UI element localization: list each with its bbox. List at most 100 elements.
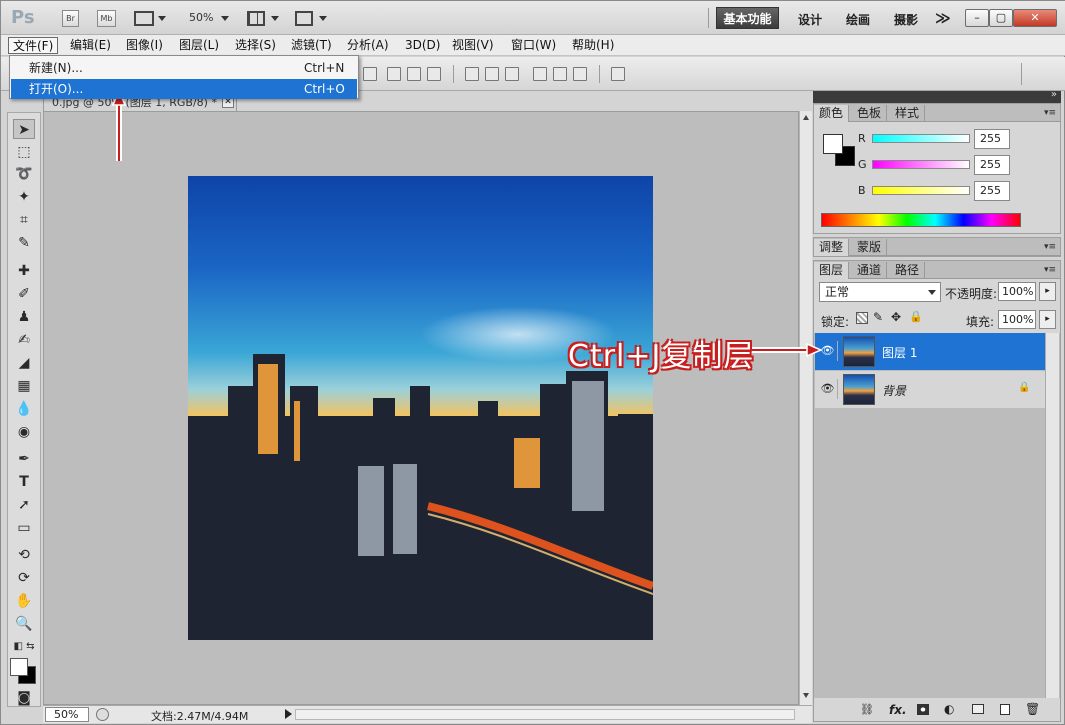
scroll-up-icon[interactable] <box>803 115 809 120</box>
menu-select[interactable]: 选择(S) <box>231 37 280 54</box>
3d-rotate-tool-icon[interactable]: ⟲ <box>13 545 35 565</box>
dodge-tool-icon[interactable]: ◉ <box>13 422 35 442</box>
color-fg-swatch[interactable] <box>823 134 843 154</box>
tab-channels[interactable]: 通道 <box>852 262 888 279</box>
tab-color[interactable]: 颜色 <box>814 105 850 122</box>
menu-3d[interactable]: 3D(D) <box>401 37 444 54</box>
shape-tool-icon[interactable]: ▭ <box>13 518 35 538</box>
fill-field[interactable]: 100% <box>998 310 1036 329</box>
adjustment-icon[interactable]: ◐ <box>944 702 954 716</box>
distribute-hcenter-icon[interactable] <box>553 67 567 81</box>
screen-mode-dropdown-icon[interactable] <box>319 16 327 21</box>
auto-align-icon[interactable] <box>611 67 625 81</box>
menu-image[interactable]: 图像(I) <box>122 37 167 54</box>
workspace-design-button[interactable]: 设计 <box>798 11 822 28</box>
distribute-top-icon[interactable] <box>465 67 479 81</box>
view-extras-dropdown-icon[interactable] <box>158 16 166 21</box>
bridge-button[interactable]: Br <box>62 10 79 27</box>
link-icon[interactable]: ⛓ <box>860 703 874 716</box>
tab-swatches[interactable]: 色板 <box>852 105 888 122</box>
workspace-photography-button[interactable]: 摄影 <box>894 11 918 28</box>
eraser-tool-icon[interactable]: ◢ <box>13 353 35 373</box>
minimize-button[interactable]: – <box>965 9 989 27</box>
group-icon[interactable] <box>972 704 984 714</box>
pen-tool-icon[interactable]: ✒ <box>13 449 35 469</box>
layer-row-background[interactable]: 👁 背景 🔒 <box>815 371 1045 408</box>
tab-styles[interactable]: 样式 <box>890 105 926 122</box>
opacity-arrow-icon[interactable]: ▸ <box>1039 282 1056 301</box>
eyedropper-tool-icon[interactable]: ✎ <box>13 233 35 253</box>
vertical-scrollbar[interactable] <box>799 111 812 705</box>
foreground-color-swatch[interactable] <box>10 658 28 676</box>
menu-item-new[interactable]: 新建(N)... Ctrl+N <box>11 58 357 78</box>
channel-g-slider[interactable] <box>872 160 970 169</box>
fx-icon[interactable]: fx. <box>889 703 907 717</box>
mask-icon[interactable] <box>917 704 929 715</box>
menu-edit[interactable]: 编辑(E) <box>66 37 115 54</box>
horizontal-scrollbar[interactable] <box>295 709 795 720</box>
distribute-right-icon[interactable] <box>573 67 587 81</box>
scroll-down-icon[interactable] <box>803 693 809 698</box>
trash-icon[interactable]: 🗑 <box>1025 702 1040 716</box>
layers-scrollbar[interactable] <box>1045 333 1059 698</box>
channel-b-slider[interactable] <box>872 186 970 195</box>
menu-window[interactable]: 窗口(W) <box>507 37 560 54</box>
restore-button[interactable]: ▢ <box>989 9 1013 27</box>
menu-item-open[interactable]: 打开(O)... Ctrl+O <box>11 79 357 99</box>
mini-bridge-button[interactable]: Mb <box>97 10 116 27</box>
marquee-tool-icon[interactable]: ⬚ <box>13 142 35 162</box>
gradient-tool-icon[interactable]: ▦ <box>13 376 35 396</box>
status-menu-arrow-icon[interactable] <box>285 709 292 719</box>
layer-row-layer1[interactable]: 👁 图层 1 <box>815 333 1045 370</box>
panel-menu-icon[interactable]: ▾≡ <box>1044 265 1056 275</box>
arrange-dropdown-icon[interactable] <box>271 16 279 21</box>
quick-mask-icon[interactable]: ◙ <box>13 688 35 708</box>
blur-tool-icon[interactable]: 💧 <box>13 399 35 419</box>
workspace-painting-button[interactable]: 绘画 <box>846 11 870 28</box>
zoom-tool-icon[interactable]: 🔍 <box>13 614 35 634</box>
workspace-essentials-button[interactable]: 基本功能 <box>716 7 779 29</box>
fill-arrow-icon[interactable]: ▸ <box>1039 310 1056 329</box>
channel-r-slider[interactable] <box>872 134 970 143</box>
path-select-tool-icon[interactable]: ➚ <box>13 495 35 515</box>
distribute-vcenter-icon[interactable] <box>485 67 499 81</box>
align-top-icon[interactable] <box>363 67 377 81</box>
menu-help[interactable]: 帮助(H) <box>568 37 618 54</box>
color-spectrum-bar[interactable] <box>821 213 1021 227</box>
history-brush-tool-icon[interactable]: ✍ <box>13 330 35 350</box>
lasso-tool-icon[interactable]: ➰ <box>13 164 35 184</box>
blend-mode-select[interactable]: 正常 <box>819 282 941 302</box>
menu-file[interactable]: 文件(F) <box>8 37 59 54</box>
hand-tool-icon[interactable]: ✋ <box>13 591 35 611</box>
view-extras-icon[interactable] <box>134 11 154 26</box>
3d-orbit-tool-icon[interactable]: ⟳ <box>13 568 35 588</box>
collapse-panels-icon[interactable]: » <box>1051 89 1057 100</box>
channel-b-value[interactable]: 255 <box>974 181 1010 201</box>
move-tool-icon[interactable]: ➤ <box>13 119 35 139</box>
zoom-field[interactable]: 50% <box>45 707 89 722</box>
channel-r-value[interactable]: 255 <box>974 129 1010 149</box>
zoom-level[interactable]: 50% <box>189 11 213 24</box>
crop-tool-icon[interactable]: ⌗ <box>13 210 35 230</box>
lock-image-icon[interactable]: ✎ <box>873 310 883 324</box>
distribute-left-icon[interactable] <box>533 67 547 81</box>
menu-view[interactable]: 视图(V) <box>448 37 498 54</box>
city-skyline-photo[interactable] <box>188 176 653 640</box>
type-tool-icon[interactable]: T <box>13 472 35 492</box>
menu-filter[interactable]: 滤镜(T) <box>287 37 336 54</box>
panel-menu-icon[interactable]: ▾≡ <box>1044 242 1056 252</box>
tab-layers[interactable]: 图层 <box>814 262 850 279</box>
screen-mode-icon[interactable] <box>295 11 313 26</box>
healing-brush-tool-icon[interactable]: ✚ <box>13 261 35 281</box>
brush-tool-icon[interactable]: ✐ <box>13 284 35 304</box>
lock-transparent-icon[interactable] <box>856 312 868 324</box>
more-workspaces-icon[interactable]: ≫ <box>935 9 951 27</box>
menu-layer[interactable]: 图层(L) <box>175 37 223 54</box>
menu-analysis[interactable]: 分析(A) <box>343 37 393 54</box>
tab-adjustments[interactable]: 调整 <box>814 239 850 256</box>
opacity-field[interactable]: 100% <box>998 282 1036 301</box>
arrange-documents-icon[interactable] <box>247 11 265 26</box>
new-layer-icon[interactable] <box>1000 704 1010 715</box>
align-vcenter-icon[interactable] <box>387 67 401 81</box>
status-icon[interactable] <box>96 708 109 721</box>
